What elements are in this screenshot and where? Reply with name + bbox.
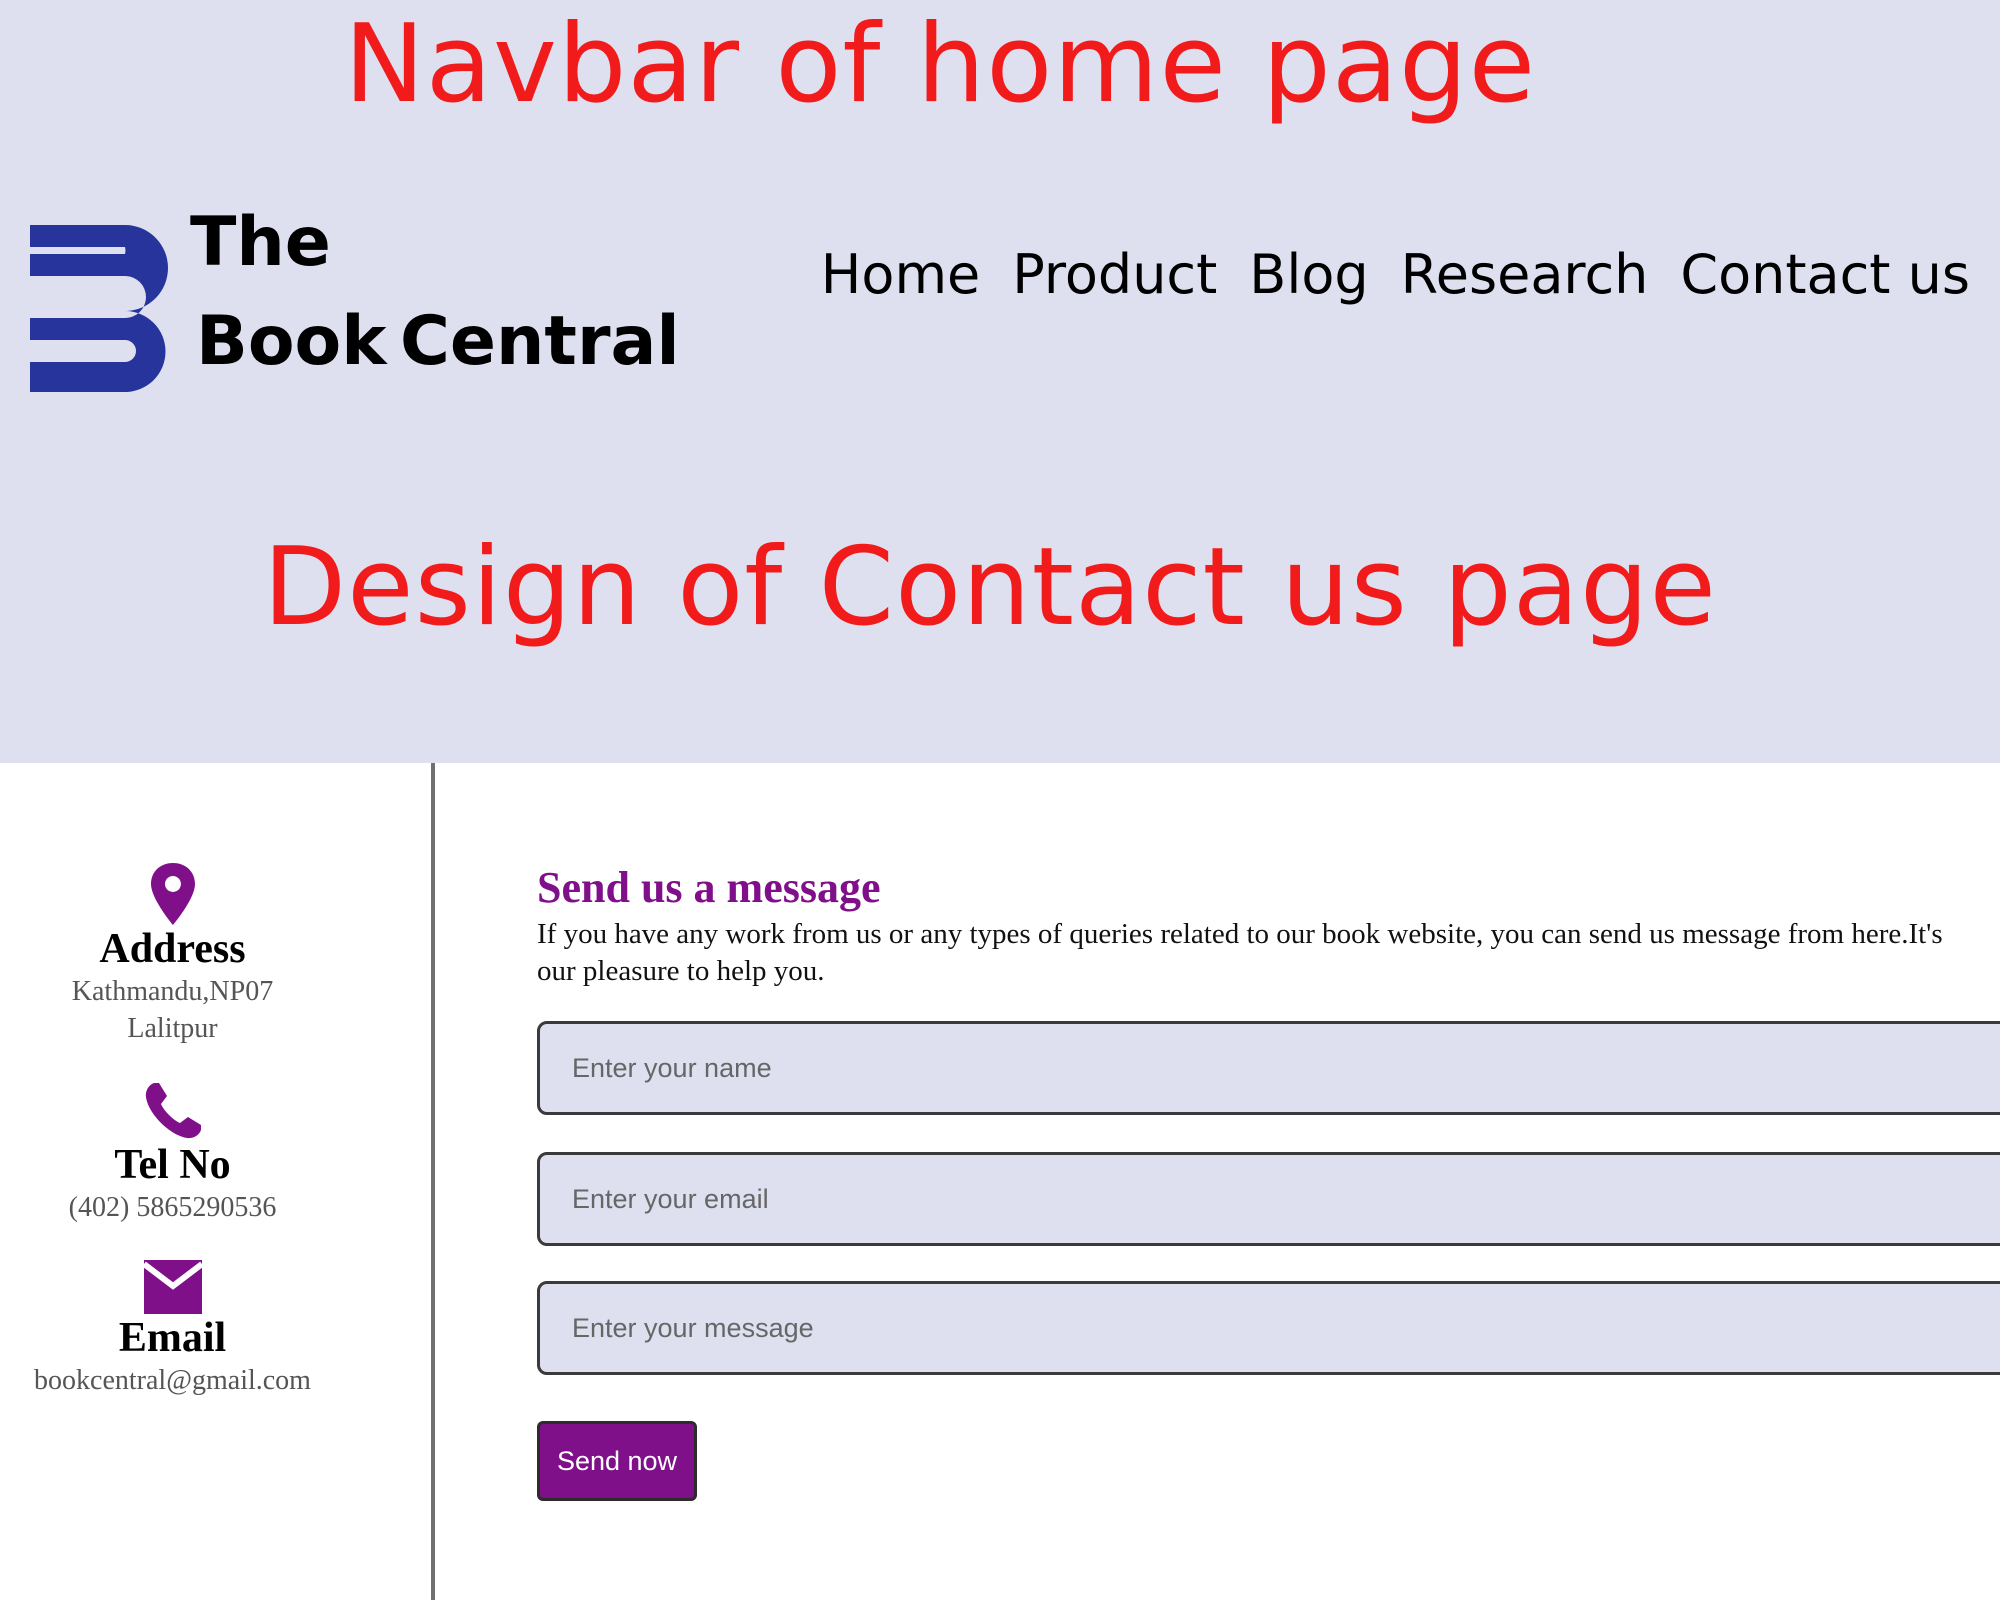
nav-item-research[interactable]: Research: [1401, 235, 1649, 315]
brand-word-central: Central: [400, 302, 680, 381]
email-label: Email: [118, 1315, 227, 1361]
address-line-1: Kathmandu,NP07: [71, 976, 274, 1007]
address-label: Address: [99, 926, 246, 972]
navbar-caption: Navbar of home page: [343, 2, 1537, 127]
brand-word-book: Book: [196, 302, 387, 381]
nav-item-product[interactable]: Product: [1012, 235, 1217, 315]
map-pin-icon: [150, 863, 195, 925]
nav-item-blog[interactable]: Blog: [1249, 235, 1368, 315]
contact-page: Address Kathmandu,NP07 Lalitpur Tel No (…: [0, 763, 2000, 1600]
form-title: Send us a message: [537, 863, 881, 912]
email-input[interactable]: [537, 1152, 2000, 1246]
phone-icon: [145, 1083, 201, 1139]
email-block: Email bookcentral@gmail.com: [0, 1260, 345, 1399]
email-value: bookcentral@gmail.com: [34, 1365, 311, 1396]
name-input[interactable]: [537, 1021, 2000, 1115]
send-now-button[interactable]: Send now: [537, 1421, 697, 1501]
tel-label: Tel No: [114, 1142, 231, 1188]
main-nav: Home Product Blog Research Contact us: [821, 235, 1970, 315]
address-block: Address Kathmandu,NP07 Lalitpur: [0, 863, 345, 1047]
envelope-icon: [143, 1260, 202, 1314]
book-central-logo: [30, 225, 168, 392]
tel-value: (402) 5865290536: [68, 1192, 277, 1223]
nav-item-contact-us[interactable]: Contact us: [1680, 235, 1970, 315]
form-description: If you have any work from us or any type…: [537, 918, 1943, 987]
vertical-divider: [431, 763, 435, 1600]
address-line-2: Lalitpur: [127, 1013, 218, 1044]
nav-item-home[interactable]: Home: [821, 235, 980, 315]
message-input[interactable]: [537, 1281, 2000, 1375]
brand-word-the: The: [190, 203, 331, 282]
contact-caption: Design of Contact us page: [263, 525, 1717, 650]
telephone-block: Tel No (402) 5865290536: [0, 1081, 345, 1226]
